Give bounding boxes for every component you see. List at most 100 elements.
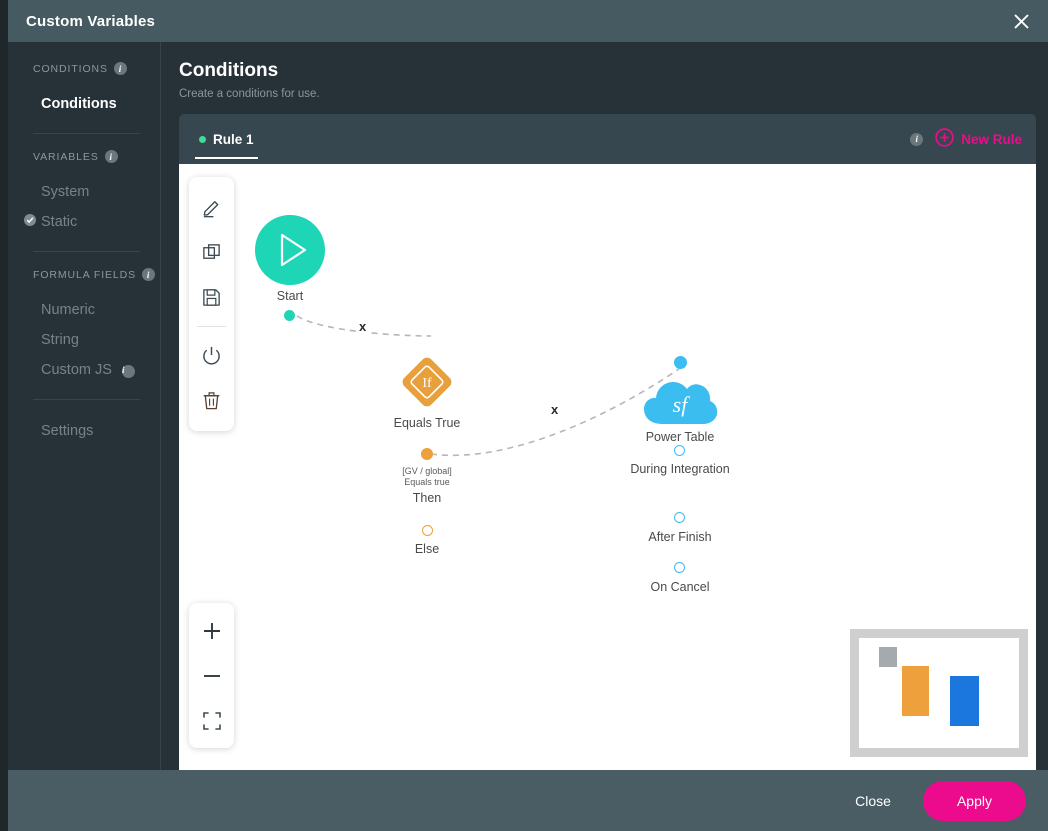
sidebar-item-string[interactable]: String [8, 325, 160, 355]
sidebar-group-text: CONDITIONS [33, 62, 108, 75]
toolbar-divider [197, 326, 226, 327]
plus-icon [203, 622, 220, 639]
sidebar-group-text: FORMULA FIELDS [33, 268, 137, 281]
info-icon[interactable]: i [113, 62, 127, 75]
tab-rule-1[interactable]: Rule 1 [195, 114, 258, 164]
minus-icon [203, 674, 220, 677]
zoom-controls [189, 603, 234, 748]
trash-icon [203, 392, 220, 410]
sidebar-item-static[interactable]: Static [8, 207, 160, 237]
play-icon [255, 215, 325, 285]
info-icon[interactable]: i [104, 150, 118, 163]
plus-circle-icon [935, 128, 954, 150]
sidebar-group-label-variables: VARIABLES i [8, 150, 160, 163]
tabbar-actions: i New Rule [910, 128, 1022, 150]
sidebar-item-settings[interactable]: Settings [8, 416, 160, 446]
custom-variables-dialog: Custom Variables CONDITIONS i Conditions… [8, 0, 1048, 831]
minimap[interactable] [850, 629, 1028, 757]
pencil-icon [203, 201, 219, 218]
powertable-output-label-1: During Integration [630, 462, 730, 476]
output-port-on-cancel[interactable] [674, 562, 685, 573]
powertable-output-label-3: On Cancel [650, 580, 710, 594]
sidebar-item-conditions[interactable]: Conditions [8, 89, 160, 119]
fit-screen-icon [202, 711, 221, 730]
output-port-start[interactable] [284, 310, 295, 321]
flow-node-start[interactable]: Start [255, 215, 325, 303]
floppy-disk-icon [203, 289, 220, 306]
new-rule-label: New Rule [961, 131, 1022, 147]
sidebar-item-label: Settings [41, 423, 94, 439]
flow-canvas[interactable]: x x Start If Equals True [GV / global] E… [179, 164, 1036, 770]
page-subtitle: Create a conditions for use. [179, 88, 320, 100]
duplicate-button[interactable] [189, 230, 234, 275]
sidebar: CONDITIONS i Conditions VARIABLES i Syst… [8, 42, 161, 770]
flow-node-label: Start [276, 289, 304, 303]
output-port-then[interactable] [421, 448, 433, 460]
sidebar-group-label-conditions: CONDITIONS i [8, 62, 160, 75]
dialog-body: CONDITIONS i Conditions VARIABLES i Syst… [8, 42, 1048, 770]
input-port-powertable[interactable] [674, 356, 687, 369]
output-port-during-integration[interactable] [674, 445, 685, 456]
close-icon[interactable] [1006, 6, 1036, 36]
sidebar-item-system[interactable]: System [8, 177, 160, 207]
if-output-label-then: Then [412, 491, 442, 505]
dialog-title: Custom Variables [26, 12, 156, 30]
zoom-in-button[interactable] [189, 608, 234, 653]
salesforce-cloud-icon: sf [644, 382, 718, 424]
sidebar-item-label: Custom JS [41, 362, 112, 378]
svg-text:If: If [422, 376, 432, 391]
condition-diamond-icon: If [402, 357, 452, 407]
status-dot-icon [199, 135, 206, 143]
edge-delete-button[interactable]: x [548, 402, 562, 417]
check-circle-icon [24, 214, 36, 230]
sidebar-item-label: Static [41, 214, 78, 230]
dialog-footer: Close Apply [8, 770, 1048, 831]
tab-label: Rule 1 [213, 131, 254, 147]
edit-button[interactable] [189, 185, 234, 230]
sidebar-item-label: String [41, 332, 79, 348]
sidebar-item-label: Conditions [41, 96, 117, 112]
sidebar-divider [33, 399, 140, 400]
rules-panel: Rule 1 i New Rule x x Start If Equals Tr… [179, 114, 1036, 770]
sidebar-item-numeric[interactable]: Numeric [8, 295, 160, 325]
power-icon [203, 346, 220, 365]
output-port-after-finish[interactable] [674, 512, 685, 523]
sidebar-item-label: System [41, 184, 90, 200]
canvas-toolbar [189, 177, 234, 431]
power-button[interactable] [189, 333, 234, 378]
flow-node-power-table[interactable]: sf Power Table [642, 372, 718, 444]
delete-button[interactable] [189, 378, 234, 423]
if-output-label-else: Else [414, 542, 440, 556]
page-title: Conditions [179, 60, 279, 81]
flow-node-label: Power Table [645, 430, 715, 444]
sidebar-divider [33, 251, 140, 252]
zoom-out-button[interactable] [189, 653, 234, 698]
minimap-node-1 [879, 647, 897, 667]
apply-button[interactable]: Apply [922, 780, 1026, 821]
output-port-else[interactable] [422, 525, 433, 536]
save-button[interactable] [189, 275, 234, 320]
copy-icon [203, 244, 220, 259]
sidebar-item-custom-js[interactable]: Custom JS i [8, 355, 160, 385]
rule-tabbar: Rule 1 i New Rule [179, 114, 1036, 164]
powertable-output-label-2: After Finish [648, 530, 712, 544]
info-icon[interactable]: i [910, 132, 924, 146]
if-condition-line-2: Equals true [404, 477, 450, 487]
sidebar-item-label: Numeric [41, 302, 95, 318]
sidebar-group-label-formula-fields: FORMULA FIELDS i [8, 268, 160, 281]
sidebar-group-text: VARIABLES [33, 150, 99, 163]
fit-screen-button[interactable] [189, 698, 234, 743]
content-area: Conditions Create a conditions for use. … [161, 42, 1048, 770]
flow-node-if[interactable]: If Equals True [394, 350, 460, 430]
flow-node-label: Equals True [393, 416, 461, 430]
sidebar-divider [33, 133, 140, 134]
new-rule-button[interactable]: New Rule [935, 128, 1022, 150]
minimap-node-2 [902, 666, 929, 716]
close-button[interactable]: Close [841, 785, 905, 817]
edge-delete-button[interactable]: x [356, 319, 370, 334]
dialog-titlebar: Custom Variables [8, 0, 1048, 42]
if-condition-line-1: [GV / global] [402, 466, 452, 476]
info-icon[interactable]: i [142, 268, 156, 281]
minimap-node-3 [950, 676, 979, 726]
info-icon[interactable]: i [121, 365, 135, 378]
